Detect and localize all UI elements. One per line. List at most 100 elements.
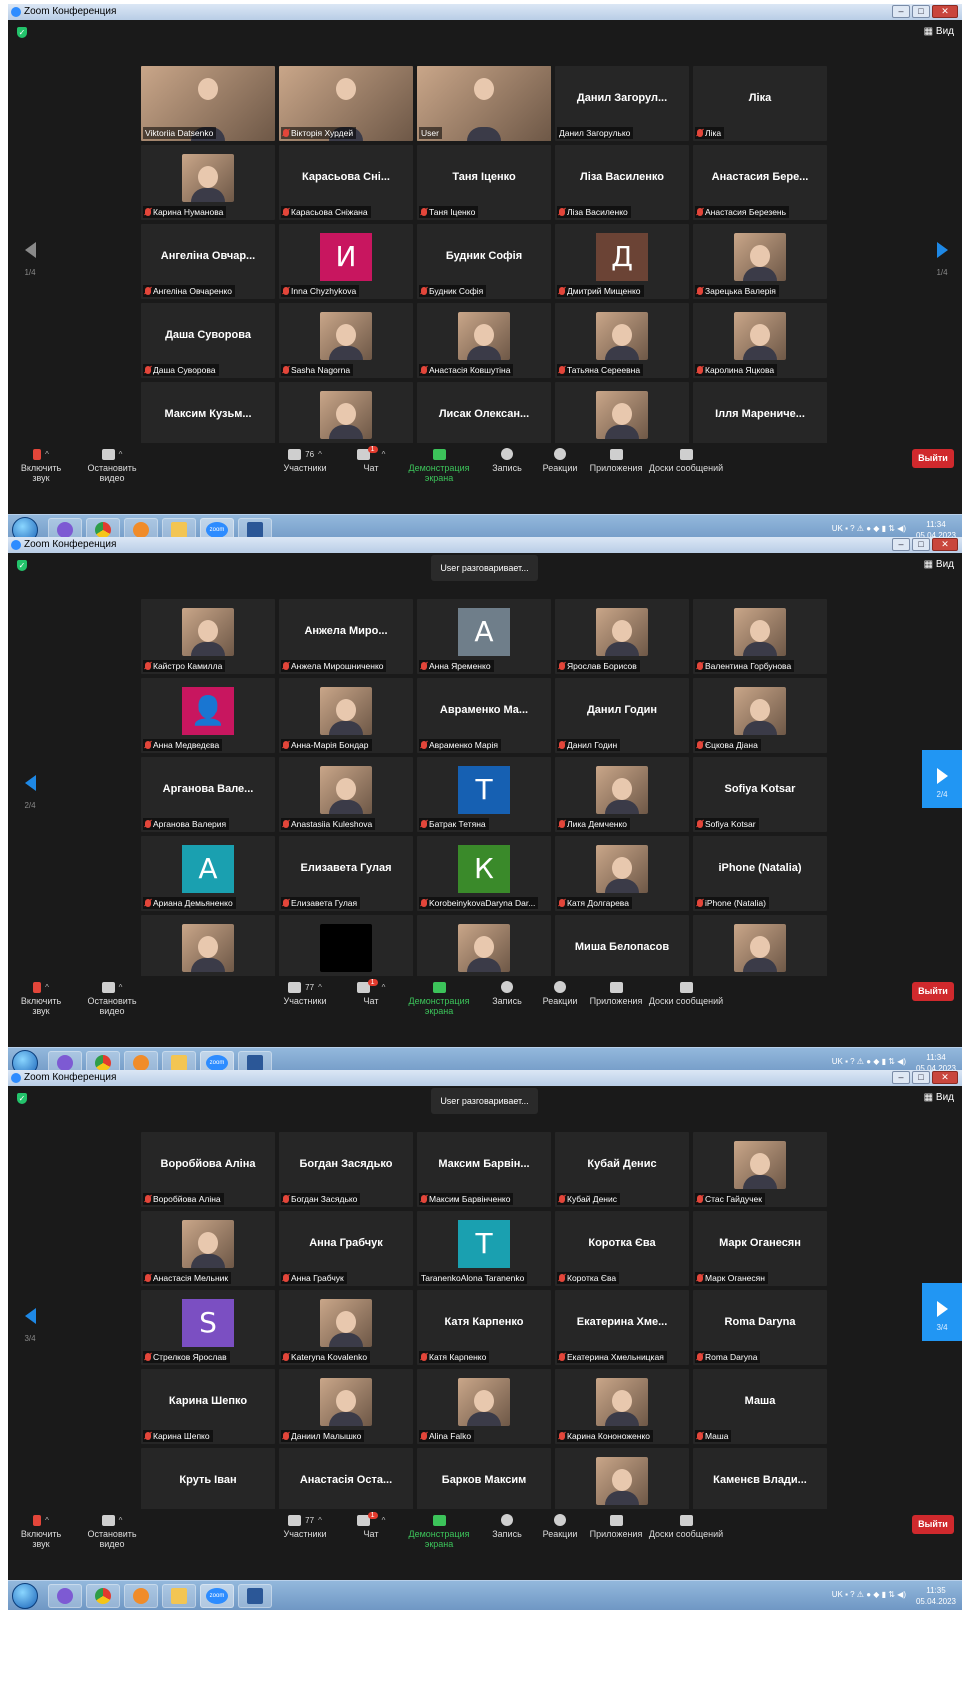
participant-tile[interactable]: Д Дмитрий Мищенко [555,224,689,299]
next-page-button[interactable]: 3/4 [922,1283,962,1341]
participant-tile[interactable]: Максим Барвін... Максим Барвінченко [417,1132,551,1207]
share-screen-button[interactable]: Демонстрация экрана [398,978,480,1016]
minimize-button[interactable]: – [892,538,910,551]
encryption-shield-icon[interactable]: ✓ [17,1093,27,1104]
participant-tile[interactable]: Ярослав Борисов [555,599,689,674]
unmute-button[interactable]: ^ Включить звук [12,978,70,1016]
participant-tile[interactable]: Т TaranenkoAlona Taranenko [417,1211,551,1286]
participants-button[interactable]: 76 ^ Участники [270,445,340,473]
reactions-button[interactable]: Реакции [540,978,580,1006]
maximize-button[interactable]: □ [912,1071,930,1084]
maximize-button[interactable]: □ [912,538,930,551]
participant-tile[interactable]: Анастасія Ковшутіна [417,303,551,378]
participant-tile[interactable]: Viktoriia Datsenko [141,66,275,141]
participant-tile[interactable]: Кайстро Камилла [141,599,275,674]
participant-tile[interactable]: Марк Оганесян Марк Оганесян [693,1211,827,1286]
chat-button[interactable]: 1 ^ Чат [353,978,389,1006]
participant-tile[interactable]: Анастасия Бере... Анастасия Березень [693,145,827,220]
participant-tile[interactable]: Лика Демченко [555,757,689,832]
participant-tile[interactable]: Данил Загорул... Данил Загорулько [555,66,689,141]
participant-tile[interactable]: Авраменко Ма... Авраменко Марія [417,678,551,753]
participant-tile[interactable]: Анжела Миро... Анжела Мирошниченко [279,599,413,674]
participants-button[interactable]: 77 ^ Участники [270,1511,340,1539]
participant-tile[interactable]: Катя Карпенко Катя Карпенко [417,1290,551,1365]
start-button[interactable] [12,1583,38,1609]
participant-tile[interactable]: А Анна Яременко [417,599,551,674]
view-button[interactable]: ▦ Вид [924,26,954,37]
participant-tile[interactable]: Каролина Яцкова [693,303,827,378]
participant-tile[interactable]: Таня Іценко Таня Іценко [417,145,551,220]
minimize-button[interactable]: – [892,1071,910,1084]
record-button[interactable]: Запись [490,445,524,473]
minimize-button[interactable]: – [892,5,910,18]
taskbar-media-player[interactable] [124,1584,158,1608]
view-button[interactable]: ▦ Вид [924,1092,954,1103]
taskbar-viber[interactable] [48,1584,82,1608]
whiteboards-button[interactable]: Доски сообщений [648,445,724,473]
unmute-button[interactable]: ^ Включить звук [12,445,70,483]
participant-tile[interactable]: К KorobeinykovaDaryna Dar... [417,836,551,911]
participant-tile[interactable]: Ліка Ліка [693,66,827,141]
participant-tile[interactable]: Ліза Василенко Ліза Василенко [555,145,689,220]
reactions-button[interactable]: Реакции [540,445,580,473]
participant-tile[interactable]: Будник Софія Будник Софія [417,224,551,299]
unmute-button[interactable]: ^ Включить звук [12,1511,70,1549]
stop-video-button[interactable]: ^ Остановить видео [76,978,148,1016]
close-button[interactable]: ✕ [932,1071,958,1084]
apps-button[interactable]: Приложения [588,1511,644,1539]
participant-tile[interactable]: Валентина Горбунова [693,599,827,674]
participant-tile[interactable]: Катя Долгарева [555,836,689,911]
taskbar-explorer[interactable] [162,1584,196,1608]
leave-button[interactable]: Выйти [912,982,954,1001]
participant-tile[interactable]: Вікторія Хурдей [279,66,413,141]
participant-tile[interactable]: Татьяна Сереевна [555,303,689,378]
reactions-button[interactable]: Реакции [540,1511,580,1539]
whiteboards-button[interactable]: Доски сообщений [648,978,724,1006]
participant-tile[interactable]: Sasha Nagorna [279,303,413,378]
participant-tile[interactable]: S Стрелков Ярослав [141,1290,275,1365]
record-button[interactable]: Запись [490,1511,524,1539]
participant-tile[interactable]: Анна Грабчук Анна Грабчук [279,1211,413,1286]
next-page-button[interactable]: 1/4 [932,242,952,277]
record-button[interactable]: Запись [490,978,524,1006]
chat-button[interactable]: 1 ^ Чат [353,1511,389,1539]
language-indicator[interactable]: UK [832,1057,843,1066]
participant-tile[interactable]: Зарецька Валерія [693,224,827,299]
participant-tile[interactable]: Богдан Засядько Богдан Засядько [279,1132,413,1207]
taskbar-clock[interactable]: 11:35 05.04.2023 [916,1585,956,1607]
apps-button[interactable]: Приложения [588,978,644,1006]
language-indicator[interactable]: UK [832,524,843,533]
participant-tile[interactable]: Воробйова Аліна Воробйова Аліна [141,1132,275,1207]
close-button[interactable]: ✕ [932,5,958,18]
encryption-shield-icon[interactable]: ✓ [17,27,27,38]
next-page-button[interactable]: 2/4 [922,750,962,808]
participant-tile[interactable]: И Inna Chyzhykova [279,224,413,299]
stop-video-button[interactable]: ^ Остановить видео [76,1511,148,1549]
close-button[interactable]: ✕ [932,538,958,551]
participant-tile[interactable]: Елизавета Гулая Елизавета Гулая [279,836,413,911]
prev-page-button[interactable]: 1/4 [20,242,40,277]
participant-tile[interactable]: Коротка Єва Коротка Єва [555,1211,689,1286]
chat-button[interactable]: 1 ^ Чат [353,445,389,473]
participant-tile[interactable]: Kateryna Kovalenko [279,1290,413,1365]
taskbar-zoom[interactable]: zoom [200,1584,234,1608]
participant-tile[interactable]: Даша Суворова Даша Суворова [141,303,275,378]
participant-tile[interactable]: Карина Кононоженко [555,1369,689,1444]
participant-tile[interactable]: Анастасія Мельник [141,1211,275,1286]
participant-tile[interactable]: Alina Falko [417,1369,551,1444]
participant-tile[interactable]: Кубай Денис Кубай Денис [555,1132,689,1207]
participant-tile[interactable]: User [417,66,551,141]
participant-tile[interactable]: Анна-Марія Бондар [279,678,413,753]
whiteboards-button[interactable]: Доски сообщений [648,1511,724,1539]
participant-tile[interactable]: iPhone (Natalia) iPhone (Natalia) [693,836,827,911]
view-button[interactable]: ▦ Вид [924,559,954,570]
maximize-button[interactable]: □ [912,5,930,18]
leave-button[interactable]: Выйти [912,449,954,468]
participant-tile[interactable]: Карина Нуманова [141,145,275,220]
participant-tile[interactable]: Даниил Малышко [279,1369,413,1444]
participant-tile[interactable]: Данил Годин Данил Годин [555,678,689,753]
participants-button[interactable]: 77 ^ Участники [270,978,340,1006]
stop-video-button[interactable]: ^ Остановить видео [76,445,148,483]
leave-button[interactable]: Выйти [912,1515,954,1534]
prev-page-button[interactable]: 3/4 [20,1308,40,1343]
